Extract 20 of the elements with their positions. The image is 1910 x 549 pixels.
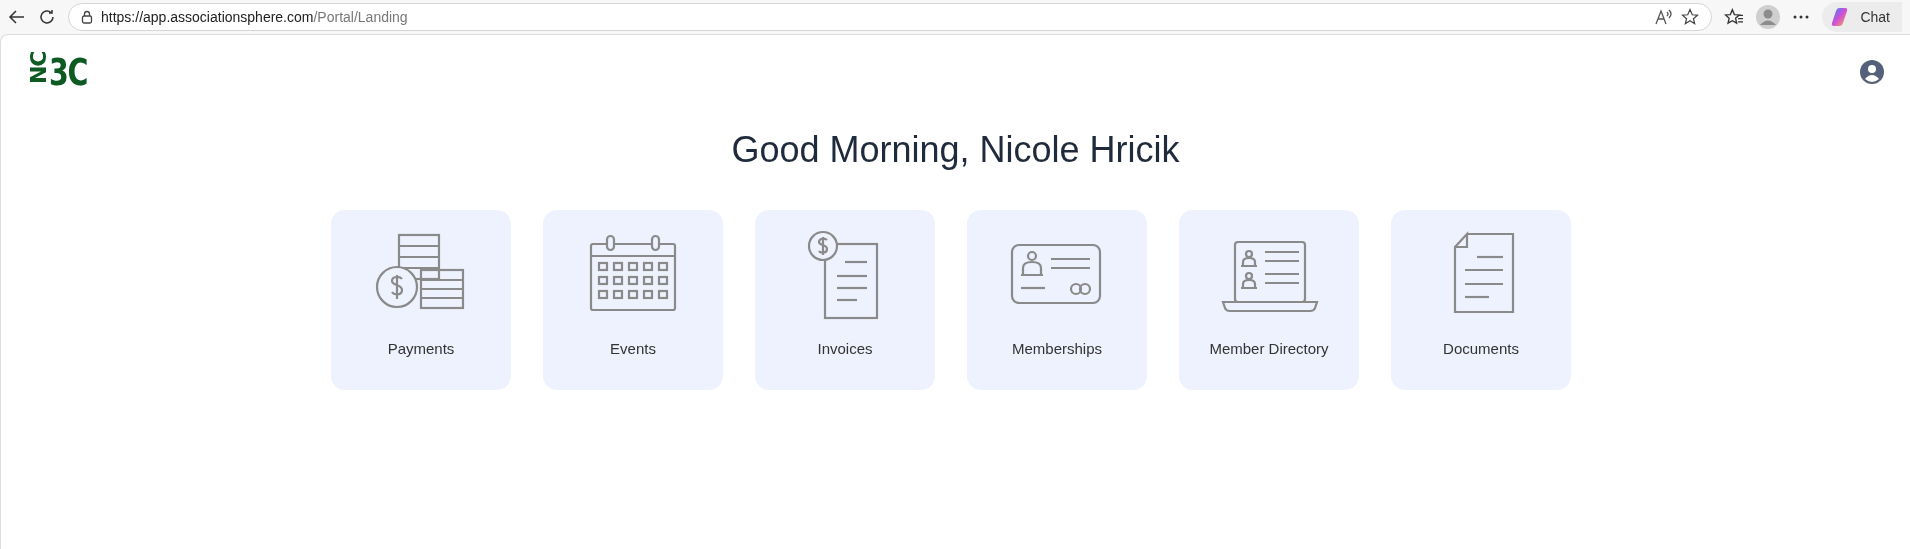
read-aloud-icon[interactable]	[1655, 9, 1674, 25]
profile-avatar-icon[interactable]	[1756, 5, 1781, 29]
chat-button[interactable]: Chat	[1822, 2, 1902, 32]
module-tile[interactable]: Invoices	[755, 210, 935, 390]
address-bar[interactable]: https://app.associationsphere.com/Portal/Landing	[68, 3, 1713, 31]
url-text: https://app.associationsphere.com/Portal/Landing	[101, 7, 408, 27]
module-tile[interactable]: Memberships	[967, 210, 1147, 390]
logo[interactable]: NC 3C	[27, 53, 100, 91]
back-icon[interactable]	[8, 8, 26, 26]
lock-icon	[81, 10, 93, 24]
module-tile[interactable]: Payments	[331, 210, 511, 390]
module-tile[interactable]: Events	[543, 210, 723, 390]
module-tile[interactable]: Documents	[1391, 210, 1571, 390]
module-tile[interactable]: Member Directory	[1179, 210, 1359, 390]
more-icon[interactable]	[1792, 14, 1811, 20]
favorites-icon[interactable]	[1724, 8, 1745, 26]
greeting-heading: Good Morning, Nicole Hricik	[730, 128, 1181, 172]
star-icon[interactable]	[1681, 8, 1700, 26]
user-account-icon[interactable]	[1860, 60, 1884, 84]
refresh-icon[interactable]	[38, 8, 56, 26]
